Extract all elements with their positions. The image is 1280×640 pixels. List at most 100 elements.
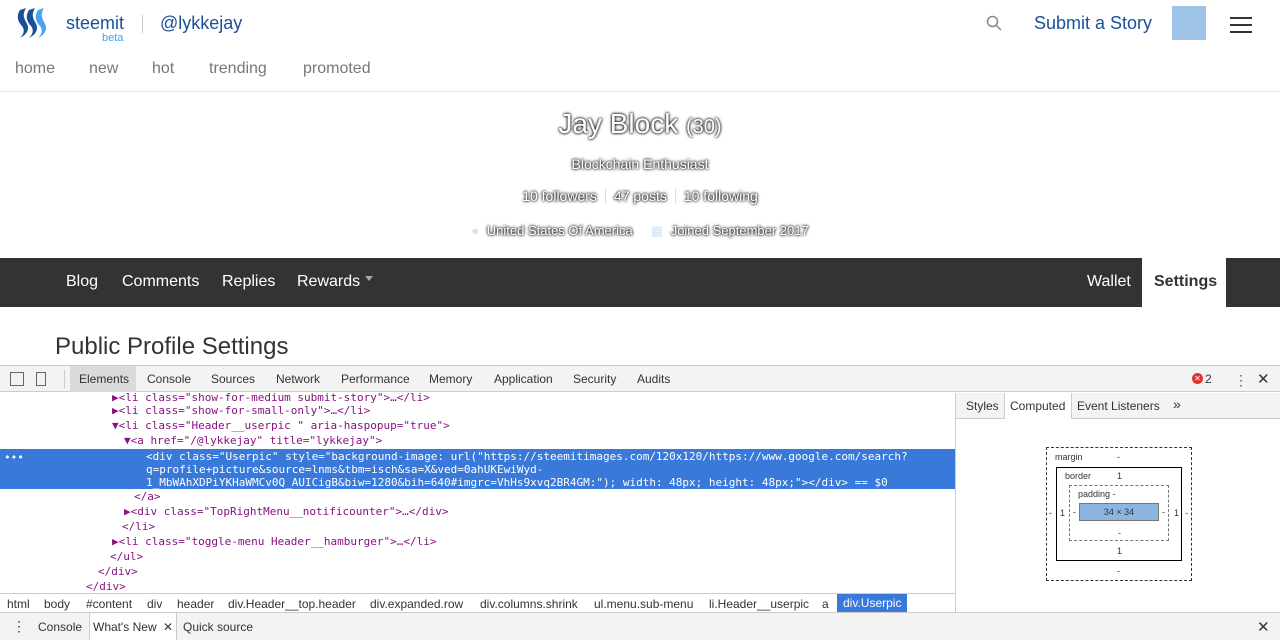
nav-hot[interactable]: hot: [152, 60, 174, 78]
profile-meta: ● United States Of America ▦ Joined Sept…: [0, 223, 1280, 239]
drawer-close-icon[interactable]: ✕: [1257, 618, 1270, 636]
hamburger-menu-icon[interactable]: [1230, 17, 1252, 33]
dom-node-line[interactable]: ▶<li class="toggle-menu Header__hamburge…: [0, 534, 955, 549]
brand-name[interactable]: steemit: [66, 13, 124, 34]
padding-right-value: -: [1162, 507, 1165, 517]
node-options-icon[interactable]: •••: [4, 451, 24, 464]
tab-elements[interactable]: Elements: [79, 372, 129, 386]
breadcrumb-item[interactable]: div.expanded.row: [370, 597, 463, 611]
nav-promoted[interactable]: promoted: [303, 60, 371, 78]
dom-node-line[interactable]: </a>: [0, 489, 955, 504]
breadcrumb-item[interactable]: div.columns.shrink: [480, 597, 578, 611]
profile-about: Blockchain Enthusiast: [571, 156, 709, 172]
header-username[interactable]: @lykkejay: [160, 13, 242, 34]
tab-rewards-label: Rewards: [297, 273, 361, 290]
close-icon[interactable]: ✕: [1257, 370, 1270, 388]
border-right-value: 1: [1174, 508, 1180, 518]
followers-count[interactable]: 10 followers: [514, 188, 606, 204]
border-left-value: 1: [1060, 508, 1066, 518]
padding-left-value: -: [1073, 507, 1076, 517]
profile-name-row: Jay Block (30): [0, 108, 1280, 140]
profile-stats: 10 followers 47 posts 10 following: [0, 188, 1280, 204]
devtools-drawer: ⋮ Console What's New ✕ Quick source ✕: [0, 612, 1280, 640]
box-model-margin: margin - - - - border 1 1 1 1 padding - …: [1046, 447, 1192, 581]
dom-node-line[interactable]: ▼<a href="/@lykkejay" title="lykkejay">: [0, 433, 955, 448]
steemit-logo-icon[interactable]: [14, 6, 50, 40]
close-icon[interactable]: ✕: [163, 620, 173, 634]
devtools-panel: Elements Console Sources Network Perform…: [0, 365, 1280, 640]
drawer-tab-whats-new[interactable]: What's New: [93, 620, 157, 634]
breadcrumb-item[interactable]: li.Header__userpic: [709, 597, 809, 611]
nav-home[interactable]: home: [15, 60, 55, 78]
tab-audits[interactable]: Audits: [637, 372, 670, 386]
dom-node-line[interactable]: ▼<li class="Header__userpic " aria-haspo…: [0, 418, 955, 433]
submit-story-link[interactable]: Submit a Story: [1034, 13, 1152, 34]
avatar[interactable]: [1172, 6, 1206, 40]
inspect-element-icon[interactable]: [10, 372, 24, 386]
tab-security[interactable]: Security: [573, 372, 616, 386]
device-toolbar-icon[interactable]: [36, 372, 46, 386]
tab-wallet[interactable]: Wallet: [1087, 273, 1131, 291]
drawer-tab-console[interactable]: Console: [38, 620, 82, 634]
following-count[interactable]: 10 following: [676, 188, 766, 204]
dom-node-line[interactable]: </li>: [0, 519, 955, 534]
dom-breadcrumb: html body #content div header div.Header…: [0, 593, 955, 613]
breadcrumb-item[interactable]: ul.menu.sub-menu: [594, 597, 693, 611]
calendar-icon: ▦: [650, 223, 664, 238]
more-tabs-icon[interactable]: »: [1173, 396, 1181, 412]
profile-name: Jay Block: [558, 108, 679, 139]
border-bottom-value: 1: [1117, 546, 1123, 556]
nav-new[interactable]: new: [89, 60, 118, 78]
page: steemit beta @lykkejay Submit a Story ho…: [0, 0, 1280, 640]
side-pane-tabs: Styles Computed Event Listeners »: [956, 393, 1280, 419]
dom-node-line[interactable]: </ul>: [0, 549, 955, 564]
tab-console[interactable]: Console: [147, 372, 191, 386]
beta-label: beta: [102, 32, 124, 44]
breadcrumb-item[interactable]: div: [147, 597, 162, 611]
dom-node-line[interactable]: ▶<li class="show-for-small-only">…</li>: [0, 403, 955, 418]
dom-node-line[interactable]: </div>: [0, 564, 955, 579]
breadcrumb-item[interactable]: #content: [86, 597, 132, 611]
tab-comments[interactable]: Comments: [122, 273, 199, 291]
header-divider: [142, 15, 143, 33]
nav-trending[interactable]: trending: [209, 60, 267, 78]
drawer-menu-icon[interactable]: ⋮: [12, 618, 26, 635]
tab-performance[interactable]: Performance: [341, 372, 410, 386]
tab-styles[interactable]: Styles: [966, 399, 999, 413]
error-icon[interactable]: ✕: [1192, 373, 1203, 384]
error-count[interactable]: 2: [1205, 372, 1212, 386]
chevron-down-icon: [365, 276, 374, 282]
breadcrumb-item[interactable]: header: [177, 597, 214, 611]
profile-location: United States Of America: [486, 223, 633, 238]
selected-node-line: q=profile+picture&source=lnms&tbm=isch&s…: [146, 463, 544, 476]
more-options-icon[interactable]: ⋮: [1234, 372, 1248, 389]
tab-computed[interactable]: Computed: [1010, 399, 1065, 413]
padding-label: padding -: [1078, 489, 1116, 499]
breadcrumb-item-active[interactable]: div.Userpic: [837, 594, 908, 613]
tab-application[interactable]: Application: [494, 372, 553, 386]
breadcrumb-item[interactable]: body: [44, 597, 70, 611]
box-model-padding: padding - - - - 34 × 34: [1069, 485, 1169, 541]
breadcrumb-item[interactable]: html: [7, 597, 30, 611]
section-title: Public Profile Settings: [55, 333, 289, 360]
styles-side-pane: Styles Computed Event Listeners » margin…: [955, 393, 1280, 612]
tab-sources[interactable]: Sources: [211, 372, 255, 386]
tab-replies[interactable]: Replies: [222, 273, 275, 291]
devtools-toolbar: Elements Console Sources Network Perform…: [0, 366, 1280, 392]
tab-network[interactable]: Network: [276, 372, 320, 386]
tab-blog[interactable]: Blog: [66, 273, 98, 291]
search-icon[interactable]: [986, 15, 1002, 31]
dom-node-line[interactable]: ▶<div class="TopRightMenu__notificounter…: [0, 504, 955, 519]
margin-top-value: -: [1117, 452, 1120, 462]
reputation-score: (30): [686, 116, 722, 138]
breadcrumb-item[interactable]: a: [822, 597, 829, 611]
tab-memory[interactable]: Memory: [429, 372, 472, 386]
breadcrumb-item[interactable]: div.Header__top.header: [228, 597, 356, 611]
drawer-tab-quick-source[interactable]: Quick source: [183, 620, 253, 634]
border-top-value: 1: [1117, 471, 1123, 481]
dom-node-line[interactable]: </div>: [0, 579, 955, 593]
tab-rewards[interactable]: Rewards: [297, 273, 374, 291]
tab-settings[interactable]: Settings: [1142, 258, 1226, 307]
site-header: steemit beta @lykkejay Submit a Story: [0, 0, 1280, 48]
tab-event-listeners[interactable]: Event Listeners: [1077, 399, 1160, 413]
